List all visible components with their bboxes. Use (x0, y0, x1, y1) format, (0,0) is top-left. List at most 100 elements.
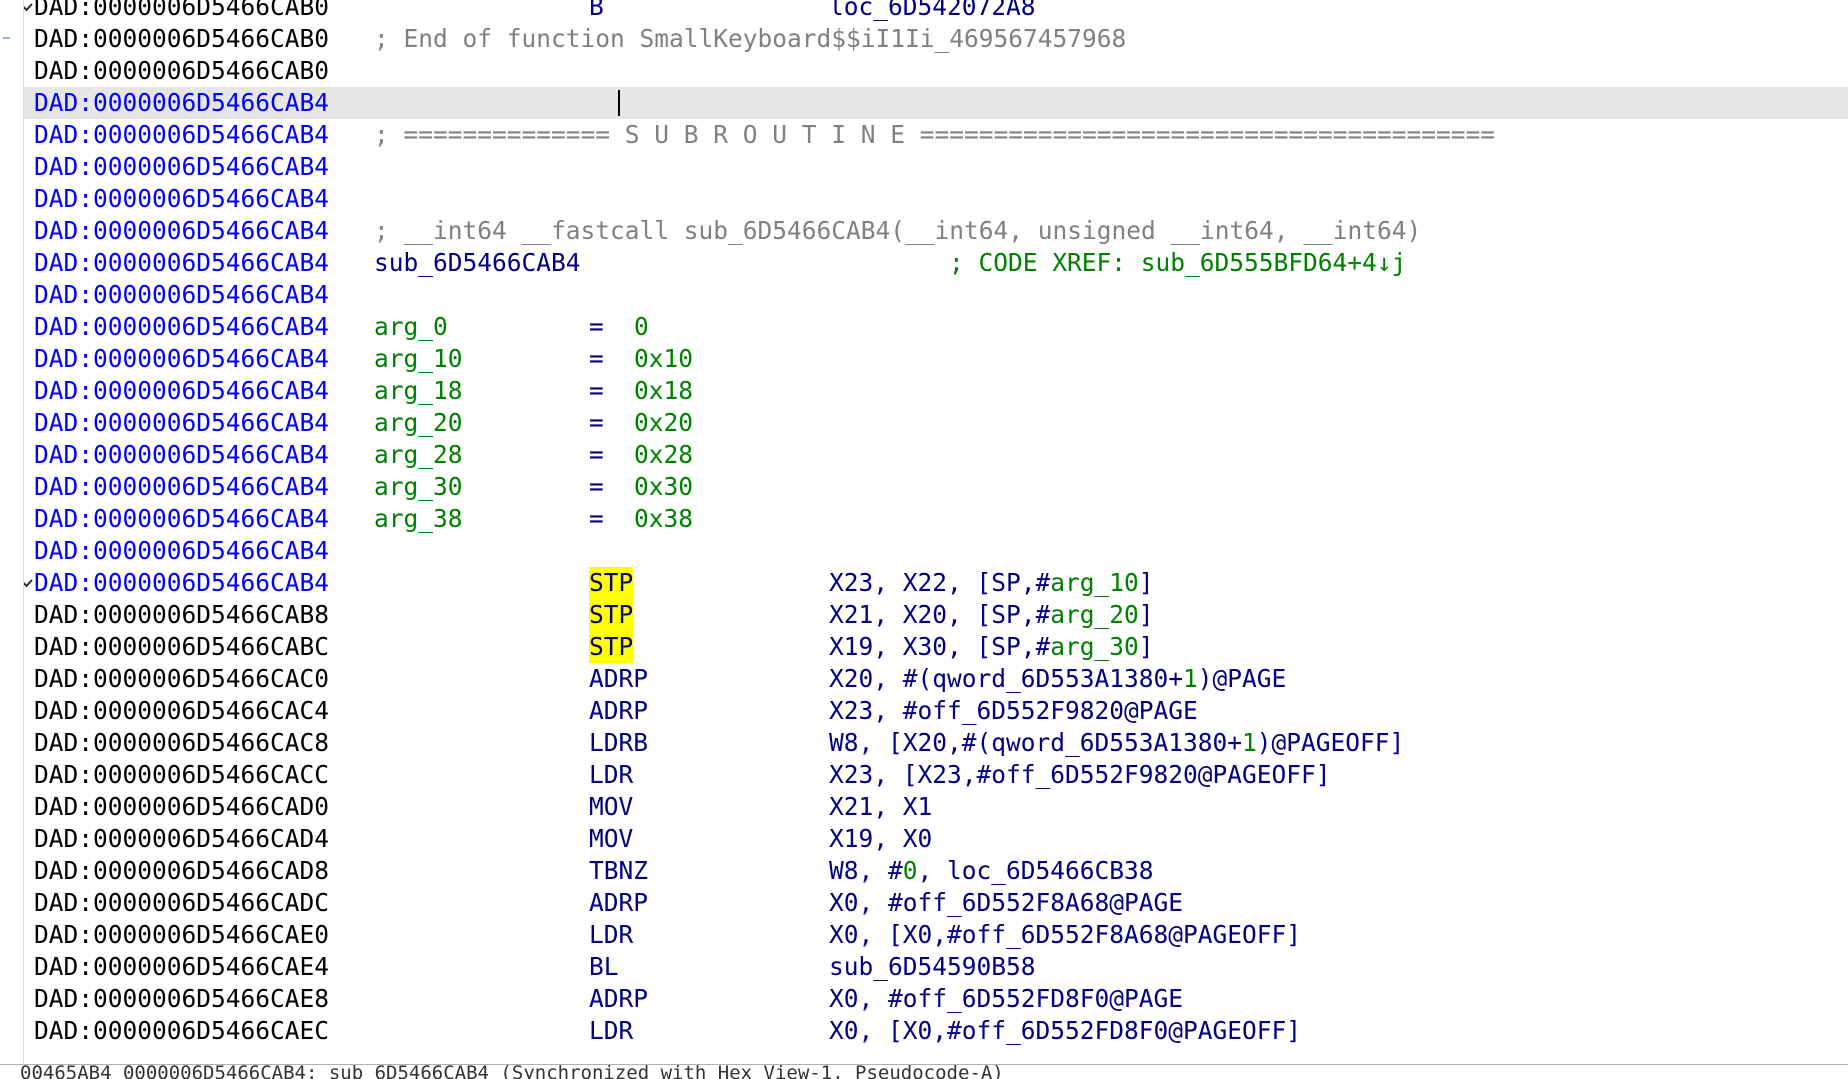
stack-arg-name[interactable]: arg_20 (374, 407, 463, 439)
stack-arg-name[interactable]: arg_0 (374, 311, 448, 343)
address[interactable]: DAD:0000006D5466CAC4 (34, 695, 329, 727)
instruction-operands[interactable]: sub_6D54590B58 (829, 951, 1036, 983)
address[interactable]: DAD:0000006D5466CAB0 (34, 0, 329, 23)
address[interactable]: DAD:0000006D5466CAB4 (34, 215, 329, 247)
listing-row[interactable]: DAD:0000006D5466CAC0 ADRP X20, #(qword_6D5… (24, 663, 1848, 695)
collapse-chevron-icon[interactable] (24, 1, 33, 14)
address[interactable]: DAD:0000006D5466CAD4 (34, 823, 329, 855)
address[interactable]: DAD:0000006D5466CAB0 (34, 55, 329, 87)
listing-row[interactable]: DAD:0000006D5466CAB4 (24, 151, 1848, 183)
instruction-mnemonic[interactable]: STP (589, 567, 634, 599)
stack-arg-name[interactable]: arg_30 (374, 471, 463, 503)
address[interactable]: DAD:0000006D5466CAB8 (34, 599, 329, 631)
instruction-operands[interactable]: X0, #off_6D552FD8F0@PAGE (829, 983, 1183, 1015)
address[interactable]: DAD:0000006D5466CAB4 (34, 247, 329, 279)
listing-row[interactable]: DAD:0000006D5466CAB0 (24, 55, 1848, 87)
listing-row[interactable]: DAD:0000006D5466CAB4 (24, 279, 1848, 311)
listing-row[interactable]: DAD:0000006D5466CAB4 arg_30 = 0x30 (24, 471, 1848, 503)
listing-row[interactable]: DAD:0000006D5466CAB4 (24, 183, 1848, 215)
address[interactable]: DAD:0000006D5466CAC0 (34, 663, 329, 695)
address[interactable]: DAD:0000006D5466CAB4 (34, 183, 329, 215)
listing-row[interactable]: DAD:0000006D5466CACC LDR X23, [X23,#off_6D… (24, 759, 1848, 791)
listing-row[interactable]: DAD:0000006D5466CAB4 arg_0 = 0 (24, 311, 1848, 343)
address[interactable]: DAD:0000006D5466CAB4 (34, 119, 329, 151)
address[interactable]: DAD:0000006D5466CAB4 (34, 567, 329, 599)
instruction-operands[interactable]: X0, [X0,#off_6D552FD8F0@PAGEOFF] (829, 1015, 1301, 1047)
address[interactable]: DAD:0000006D5466CAE4 (34, 951, 329, 983)
listing-row[interactable]: DAD:0000006D5466CAB0 Bloc_6D542072A8 (24, 0, 1848, 23)
address[interactable]: DAD:0000006D5466CAB4 (34, 439, 329, 471)
listing-row[interactable]: DAD:0000006D5466CAB4 ; __int64 __fastcall… (24, 215, 1848, 247)
address[interactable]: DAD:0000006D5466CAB4 (34, 407, 329, 439)
instruction-mnemonic[interactable]: ADRP (589, 887, 648, 919)
listing-row[interactable]: DAD:0000006D5466CAEC LDR X0, [X0,#off_6D55… (24, 1015, 1848, 1047)
listing-row[interactable]: DAD:0000006D5466CAB0 ; End of function Sm… (24, 23, 1848, 55)
instruction-mnemonic[interactable]: LDR (589, 1015, 633, 1047)
instruction-mnemonic[interactable]: ADRP (589, 983, 648, 1015)
address[interactable]: DAD:0000006D5466CAD8 (34, 855, 329, 887)
address[interactable]: DAD:0000006D5466CAB4 (34, 87, 329, 119)
disassembly-listing[interactable]: DAD:0000006D5466CAB0 Bloc_6D542072A8 DAD:0… (24, 0, 1848, 1064)
listing-row[interactable]: DAD:0000006D5466CAB4 arg_28 = 0x28 (24, 439, 1848, 471)
address[interactable]: DAD:0000006D5466CAB4 (34, 535, 329, 567)
address[interactable]: DAD:0000006D5466CAB0 (34, 23, 329, 55)
instruction-operands[interactable]: X0, #off_6D552F8A68@PAGE (829, 887, 1183, 919)
instruction-operands[interactable]: X23, #off_6D552F9820@PAGE (829, 695, 1198, 727)
instruction-mnemonic[interactable]: BL (589, 951, 619, 983)
listing-row[interactable]: DAD:0000006D5466CAD0 MOV X21, X1 (24, 791, 1848, 823)
listing-row[interactable]: DAD:0000006D5466CAB4 arg_20 = 0x20 (24, 407, 1848, 439)
instruction-operands[interactable]: X23, X22, [SP,#arg_10] (829, 567, 1154, 599)
listing-row[interactable]: DAD:0000006D5466CAD8 TBNZ W8, #0, loc_6D54… (24, 855, 1848, 887)
listing-row[interactable]: DAD:0000006D5466CAB4 (24, 535, 1848, 567)
listing-row[interactable]: DAD:0000006D5466CABC STP X19, X30, [SP,#ar… (24, 631, 1848, 663)
instruction-mnemonic[interactable]: MOV (589, 823, 633, 855)
listing-row[interactable]: DAD:0000006D5466CAB4 arg_18 = 0x18 (24, 375, 1848, 407)
listing-row[interactable]: DAD:0000006D5466CAC8 LDRB W8, [X20,#(qword… (24, 727, 1848, 759)
instruction-operands[interactable]: W8, [X20,#(qword_6D553A1380+1)@PAGEOFF] (829, 727, 1404, 759)
instruction-operands[interactable]: X23, [X23,#off_6D552F9820@PAGEOFF] (829, 759, 1331, 791)
instruction-mnemonic[interactable]: LDRB (589, 727, 648, 759)
listing-row[interactable]: DAD:0000006D5466CAC4 ADRP X23, #off_6D552F… (24, 695, 1848, 727)
stack-arg-name[interactable]: arg_38 (374, 503, 463, 535)
address[interactable]: DAD:0000006D5466CAD0 (34, 791, 329, 823)
collapse-chevron-icon[interactable] (24, 577, 33, 590)
listing-row[interactable]: DAD:0000006D5466CAB4 arg_38 = 0x38 (24, 503, 1848, 535)
instruction-operands[interactable]: X19, X30, [SP,#arg_30] (829, 631, 1154, 663)
instruction-operands[interactable]: X21, X1 (829, 791, 932, 823)
listing-row[interactable]: DAD:0000006D5466CAB4 (24, 87, 1848, 119)
instruction-operands[interactable]: X20, #(qword_6D553A1380+1)@PAGE (829, 663, 1286, 695)
function-label[interactable]: sub_6D5466CAB4 (374, 247, 581, 279)
listing-row[interactable]: DAD:0000006D5466CAB8 STP X21, X20, [SP,#ar… (24, 599, 1848, 631)
instruction-mnemonic[interactable]: TBNZ (589, 855, 648, 887)
address[interactable]: DAD:0000006D5466CAB4 (34, 311, 329, 343)
instruction-operands[interactable]: loc_6D542072A8 (829, 0, 1036, 23)
instruction-mnemonic[interactable]: B (589, 0, 604, 23)
code-xref[interactable]: ; CODE XREF: sub_6D555BFD64+4↓j (949, 247, 1406, 279)
address[interactable]: DAD:0000006D5466CAB4 (34, 471, 329, 503)
listing-row[interactable]: DAD:0000006D5466CAD4 MOV X19, X0 (24, 823, 1848, 855)
address[interactable]: DAD:0000006D5466CAE8 (34, 983, 329, 1015)
instruction-operands[interactable]: W8, #0, loc_6D5466CB38 (829, 855, 1154, 887)
instruction-operands[interactable]: X19, X0 (829, 823, 932, 855)
address[interactable]: DAD:0000006D5466CAB4 (34, 503, 329, 535)
instruction-mnemonic[interactable]: LDR (589, 919, 633, 951)
address[interactable]: DAD:0000006D5466CAB4 (34, 279, 329, 311)
address[interactable]: DAD:0000006D5466CAE0 (34, 919, 329, 951)
instruction-mnemonic[interactable]: ADRP (589, 663, 648, 695)
stack-arg-name[interactable]: arg_28 (374, 439, 463, 471)
address[interactable]: DAD:0000006D5466CADC (34, 887, 329, 919)
listing-row[interactable]: DAD:0000006D5466CAE4 BL sub_6D54590B58 (24, 951, 1848, 983)
listing-row[interactable]: DAD:0000006D5466CAB4 ; ============== S U… (24, 119, 1848, 151)
listing-row[interactable]: DAD:0000006D5466CAB4 sub_6D5466CAB4 ; CODE… (24, 247, 1848, 279)
instruction-mnemonic[interactable]: MOV (589, 791, 633, 823)
address[interactable]: DAD:0000006D5466CAEC (34, 1015, 329, 1047)
address[interactable]: DAD:0000006D5466CACC (34, 759, 329, 791)
instruction-operands[interactable]: X0, [X0,#off_6D552F8A68@PAGEOFF] (829, 919, 1301, 951)
instruction-operands[interactable]: X21, X20, [SP,#arg_20] (829, 599, 1154, 631)
address[interactable]: DAD:0000006D5466CAB4 (34, 343, 329, 375)
listing-row[interactable]: DAD:0000006D5466CAB4 arg_10 = 0x10 (24, 343, 1848, 375)
address[interactable]: DAD:0000006D5466CAB4 (34, 375, 329, 407)
listing-row[interactable]: DAD:0000006D5466CAB4 STP X23, X22, [SP,#ar… (24, 567, 1848, 599)
address[interactable]: DAD:0000006D5466CAB4 (34, 151, 329, 183)
stack-arg-name[interactable]: arg_10 (374, 343, 463, 375)
